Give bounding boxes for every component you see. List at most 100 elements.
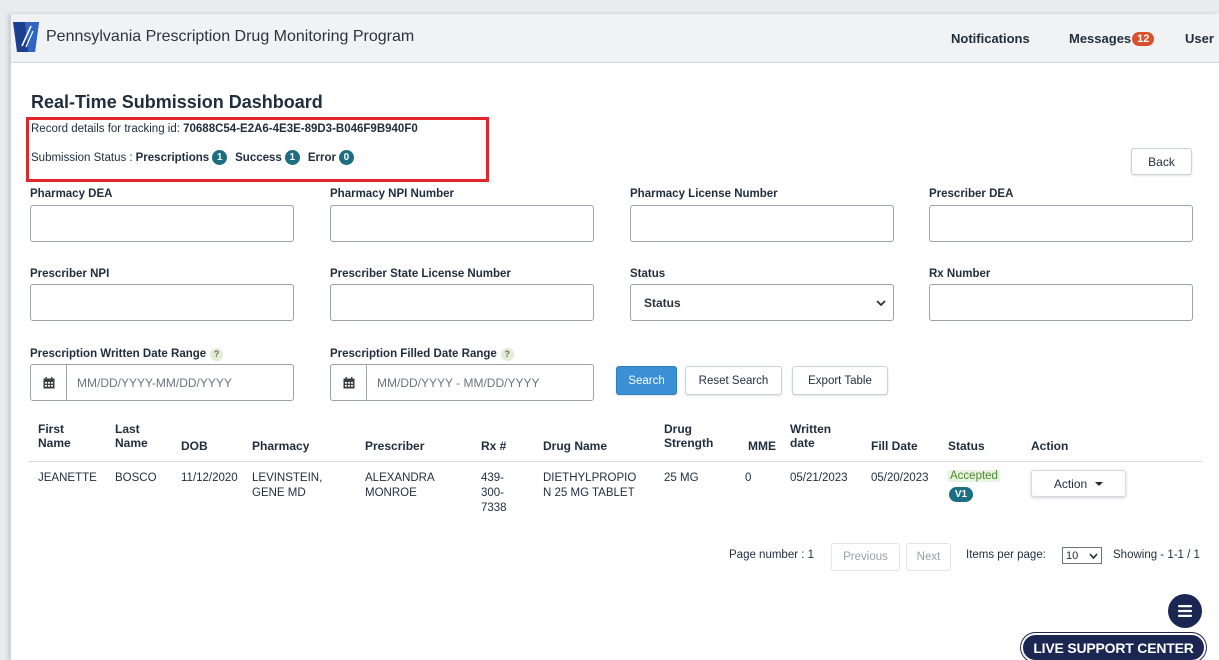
written-date-range-label: Prescription Written Date Range?	[30, 348, 224, 361]
cell-mme: 0	[745, 472, 752, 484]
messages-count-badge: 12	[1132, 32, 1155, 46]
messages-label: Messages	[1069, 31, 1132, 46]
header-text: Strength	[664, 436, 714, 450]
hamburger-menu-icon	[1178, 605, 1192, 617]
items-per-page-select[interactable]: 10	[1062, 547, 1102, 564]
action-label: Action	[1053, 476, 1088, 491]
written-date-range-field[interactable]: MM/DD/YYYY-MM/DD/YYYY	[30, 364, 294, 401]
column-header-drug-name[interactable]: Drug Name	[543, 439, 607, 453]
cell-text: LEVINSTEIN,	[252, 472, 323, 484]
error-count-badge: 0	[338, 150, 354, 165]
live-support-center-button[interactable]: LIVE SUPPORT CENTER	[1021, 633, 1206, 660]
tracking-id-line: Record details for tracking id: 70688C54…	[31, 123, 418, 135]
written-date-range-placeholder: MM/DD/YYYY-MM/DD/YYYY	[77, 375, 232, 390]
rx-number-label: Rx Number	[929, 268, 991, 280]
cell-text: 7338	[481, 502, 507, 514]
column-header-pharmacy[interactable]: Pharmacy	[252, 439, 309, 453]
column-header-last-name[interactable]: Last Name	[115, 422, 148, 450]
prescriber-dea-label: Prescriber DEA	[929, 188, 1014, 200]
cell-text: 439-	[481, 472, 505, 484]
caret-down-icon	[1095, 481, 1104, 486]
column-header-first-name[interactable]: First Name	[38, 422, 71, 450]
tracking-id-prefix: Record details for tracking id:	[31, 123, 184, 135]
success-count-label: Success	[235, 151, 282, 164]
header-text: Name	[115, 436, 148, 450]
header-text: Last	[115, 422, 140, 436]
filled-date-range-label: Prescription Filled Date Range?	[330, 348, 514, 361]
notifications-link[interactable]: Notifications	[951, 31, 1030, 46]
prescriber-dea-input[interactable]	[929, 205, 1193, 242]
submission-status-line: Submission Status : Prescriptions 1 Succe…	[31, 150, 359, 165]
prescriber-state-license-label: Prescriber State License Number	[330, 268, 511, 280]
top-navigation-bar: Pennsylvania Prescription Drug Monitorin…	[11, 14, 1219, 63]
pharmacy-license-input[interactable]	[630, 205, 894, 242]
cell-first-name: JEANETTE	[38, 472, 97, 484]
written-date-range-text: Prescription Written Date Range	[30, 348, 207, 360]
header-text: First	[38, 422, 65, 436]
page-number-text: Page number : 1	[729, 549, 815, 561]
help-icon[interactable]: ?	[210, 348, 224, 361]
help-icon[interactable]: ?	[500, 348, 514, 361]
table-header-divider	[28, 461, 1202, 462]
cell-text: GENE MD	[252, 487, 306, 499]
export-table-button[interactable]: Export Table	[792, 366, 888, 395]
column-header-rx-number[interactable]: Rx #	[481, 439, 506, 453]
prescriptions-count-label: Prescriptions	[135, 151, 210, 164]
cell-text: 300-	[481, 487, 505, 499]
items-per-page-label: Items per page:	[966, 549, 1046, 561]
filled-date-range-placeholder: MM/DD/YYYY - MM/DD/YYYY	[377, 375, 540, 390]
tracking-id-value: 70688C54-E2A6-4E3E-89D3-B046F9B940F0	[183, 123, 418, 135]
column-header-status[interactable]: Status	[948, 439, 985, 453]
prescriber-npi-input[interactable]	[30, 284, 294, 321]
cell-prescriber: ALEXANDRA MONROE	[365, 471, 435, 501]
cell-text: ALEXANDRA	[365, 472, 435, 484]
column-header-dob[interactable]: DOB	[181, 439, 208, 453]
status-select-value: Status	[644, 295, 681, 310]
cell-rx-number: 439- 300- 7338	[481, 471, 507, 516]
status-select[interactable]: Status	[630, 284, 894, 321]
cell-drug-strength: 25 MG	[664, 472, 699, 484]
app-window: Pennsylvania Prescription Drug Monitorin…	[10, 14, 1219, 660]
row-action-dropdown-button[interactable]: Action	[1031, 470, 1126, 497]
prescriber-state-license-input[interactable]	[330, 284, 594, 321]
column-header-action: Action	[1031, 439, 1069, 453]
column-header-fill-date[interactable]: Fill Date	[871, 439, 918, 453]
column-header-mme[interactable]: MME	[748, 439, 776, 453]
back-button[interactable]: Back	[1131, 148, 1192, 175]
messages-link[interactable]: Messages 12	[1069, 31, 1155, 46]
cell-text: DIETHYLPROPIO	[543, 472, 637, 484]
submission-status-label: Submission Status :	[31, 151, 133, 164]
cell-written-date: 05/21/2023	[790, 472, 848, 484]
pharmacy-dea-label: Pharmacy DEA	[30, 188, 113, 200]
search-button[interactable]: Search	[616, 366, 677, 395]
calendar-icon[interactable]	[331, 365, 367, 400]
user-menu-link[interactable]: User	[1185, 31, 1214, 46]
column-header-drug-strength[interactable]: Drug Strength	[664, 422, 713, 450]
version-badge: V1	[949, 487, 973, 502]
cell-dob: 11/12/2020	[181, 472, 238, 484]
cell-fill-date: 05/20/2023	[871, 472, 929, 484]
pa-keystone-logo-icon	[13, 22, 39, 52]
items-per-page-value: 10	[1066, 549, 1079, 562]
next-page-button[interactable]: Next	[906, 543, 951, 571]
filled-date-range-text: Prescription Filled Date Range	[330, 348, 497, 360]
rx-number-input[interactable]	[929, 284, 1193, 321]
pharmacy-dea-input[interactable]	[30, 205, 294, 242]
cell-pharmacy: LEVINSTEIN, GENE MD	[252, 471, 322, 501]
calendar-icon[interactable]	[31, 365, 67, 400]
reset-search-button[interactable]: Reset Search	[685, 366, 782, 395]
status-accepted-text: Accepted	[948, 470, 1000, 482]
success-count-badge: 1	[284, 150, 300, 165]
pharmacy-license-label: Pharmacy License Number	[630, 188, 778, 200]
column-header-written-date[interactable]: Written date	[790, 422, 831, 450]
floating-menu-button[interactable]	[1168, 594, 1202, 628]
status-filter-label: Status	[630, 268, 666, 280]
page-title: Real-Time Submission Dashboard	[31, 92, 323, 112]
previous-page-button[interactable]: Previous	[831, 543, 900, 571]
column-header-prescriber[interactable]: Prescriber	[365, 439, 424, 453]
cell-last-name: BOSCO	[115, 472, 157, 484]
pharmacy-npi-input[interactable]	[330, 205, 594, 242]
cell-text: MONROE	[365, 487, 417, 499]
filled-date-range-field[interactable]: MM/DD/YYYY - MM/DD/YYYY	[330, 364, 594, 401]
pharmacy-npi-label: Pharmacy NPI Number	[330, 188, 454, 200]
